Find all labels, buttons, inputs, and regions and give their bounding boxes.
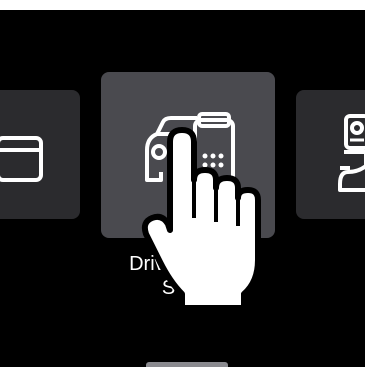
window-icon bbox=[0, 136, 43, 182]
carousel-item-window[interactable] bbox=[0, 90, 80, 219]
tap-hand-icon bbox=[141, 127, 261, 311]
carousel-screen: Driver ID and Setup bbox=[0, 10, 365, 367]
carousel-item-person-badge[interactable] bbox=[296, 90, 365, 219]
person-badge-icon bbox=[338, 114, 365, 192]
page-indicator bbox=[146, 362, 228, 367]
